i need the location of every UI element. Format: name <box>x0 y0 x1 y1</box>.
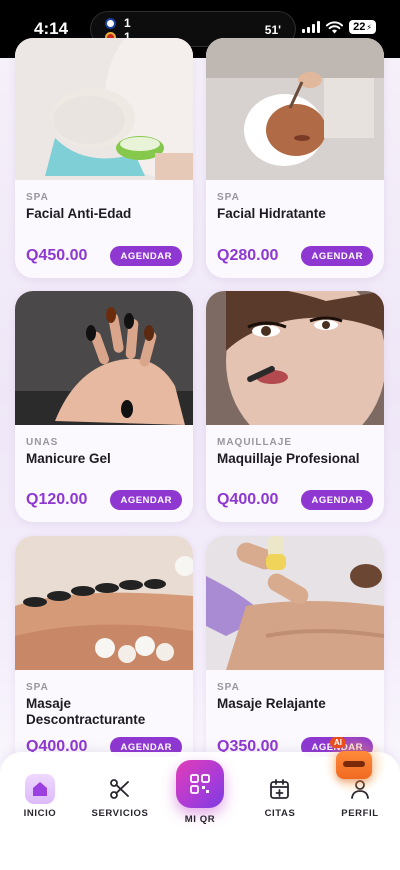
service-photo-facial-mask <box>15 38 193 180</box>
my-qr-button[interactable] <box>176 760 224 808</box>
service-card[interactable]: MAQUILLAJE Maquillaje Profesional Q400.0… <box>206 291 384 522</box>
status-icons: 22 <box>302 20 376 34</box>
service-title: Manicure Gel <box>26 451 111 466</box>
service-price: Q120.00 <box>26 491 88 508</box>
nav-label-services: SERVICIOS <box>91 808 149 819</box>
nav-item-services[interactable]: SERVICIOS <box>80 776 160 819</box>
service-price: Q450.00 <box>26 247 88 264</box>
nav-label-my-qr: MI QR <box>184 814 216 825</box>
ai-assistant-button[interactable]: AI <box>324 733 386 795</box>
service-photo-relaxing-massage <box>206 536 384 670</box>
service-card[interactable]: UNAS Manicure Gel Q120.00 AGENDAR <box>15 291 193 522</box>
service-category: UNAS <box>26 437 59 448</box>
nav-item-home[interactable]: INICIO <box>0 774 80 819</box>
nav-label-appointments: CITAS <box>264 808 296 819</box>
qr-code-icon <box>190 774 210 794</box>
wifi-icon <box>326 20 344 33</box>
calendar-add-icon <box>240 776 320 802</box>
book-button[interactable]: AGENDAR <box>110 490 182 510</box>
service-title: Facial Anti-Edad <box>26 206 132 221</box>
service-title: Masaje Descontracturante <box>26 696 146 727</box>
match-minute: 51' <box>264 23 281 37</box>
service-category: SPA <box>26 192 49 203</box>
book-button[interactable]: AGENDAR <box>301 490 373 510</box>
robot-icon <box>336 751 372 779</box>
service-card[interactable]: SPA Masaje Descontracturante Q400.00 AGE… <box>15 536 193 767</box>
scissors-icon <box>80 776 160 802</box>
service-category: SPA <box>217 192 240 203</box>
book-button[interactable]: AGENDAR <box>301 246 373 266</box>
team-1-score: 1 <box>124 16 131 30</box>
nav-item-appointments[interactable]: CITAS <box>240 776 320 819</box>
battery-indicator: 22 <box>349 20 376 34</box>
team-1-score-row: 1 <box>105 16 131 30</box>
service-price: Q280.00 <box>217 247 279 264</box>
ai-badge: AI <box>330 737 346 748</box>
service-title: Masaje Relajante <box>217 696 326 711</box>
book-button[interactable]: AGENDAR <box>110 246 182 266</box>
service-title: Facial Hidratante <box>217 206 326 221</box>
service-price: Q400.00 <box>217 491 279 508</box>
service-category: SPA <box>26 682 49 693</box>
home-icon <box>25 774 55 804</box>
team-1-crest-icon <box>105 17 116 29</box>
service-category: MAQUILLAJE <box>217 437 292 448</box>
nav-label-profile: PERFIL <box>341 808 379 819</box>
service-photo-facial-hydrating <box>206 38 384 180</box>
nav-label-home: INICIO <box>23 808 57 819</box>
service-photo-manicure <box>15 291 193 425</box>
service-title: Maquillaje Profesional <box>217 451 360 466</box>
service-card[interactable]: SPA Facial Hidratante Q280.00 AGENDAR <box>206 38 384 278</box>
service-photo-makeup <box>206 291 384 425</box>
service-photo-hot-stone-massage <box>15 536 193 670</box>
cellular-signal-icon <box>302 21 321 33</box>
service-category: SPA <box>217 682 240 693</box>
clock: 4:14 <box>34 19 69 38</box>
service-card[interactable]: SPA Facial Anti-Edad Q450.00 AGENDAR <box>15 38 193 278</box>
